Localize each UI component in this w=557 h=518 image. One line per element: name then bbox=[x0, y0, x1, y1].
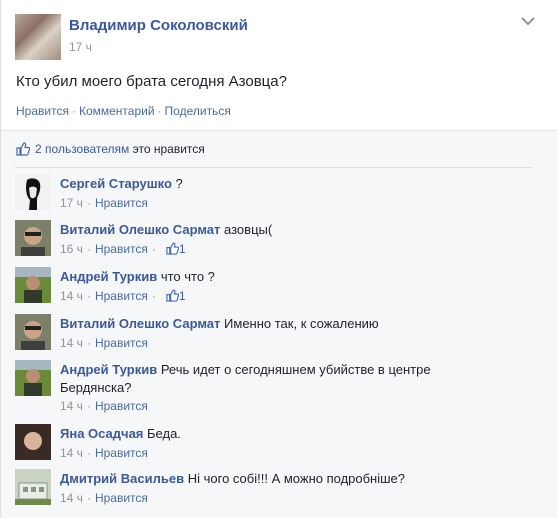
post-text: Кто убил моего брата сегодня Азовца? bbox=[16, 73, 287, 90]
meta-separator: · bbox=[86, 289, 91, 303]
comment-author[interactable]: Дмитрий Васильев bbox=[60, 471, 184, 486]
comment-author[interactable]: Яна Осадчая bbox=[60, 426, 143, 441]
comment-body: Виталий Олешко Сармат Именно так, к сожа… bbox=[60, 315, 480, 333]
thumbs-up-icon bbox=[16, 142, 30, 156]
post-timestamp[interactable]: 17 ч bbox=[69, 40, 92, 54]
post-author-avatar[interactable] bbox=[15, 14, 61, 60]
comment-body: Дмитрий Васильев Ні чого собі!!! А можно… bbox=[60, 470, 480, 488]
comment-text: ? bbox=[175, 176, 183, 191]
post-author-name[interactable]: Владимир Соколовский bbox=[69, 17, 248, 34]
comment-text: азовцы( bbox=[224, 222, 273, 237]
comment-meta: 17 ч · Нравится bbox=[60, 196, 148, 210]
meta-separator: · bbox=[86, 196, 91, 210]
comment-body: Андрей Туркив Речь идет о сегодняшнем уб… bbox=[60, 361, 480, 397]
comment-author[interactable]: Виталий Олешко Сармат bbox=[60, 316, 220, 331]
comment-like-button[interactable]: Нравится bbox=[95, 289, 148, 303]
comment-like-button[interactable]: Нравится bbox=[95, 242, 148, 256]
comment-author[interactable]: Андрей Туркив bbox=[60, 269, 157, 284]
likes-summary-text: 2 пользователям это нравится bbox=[35, 142, 205, 156]
comment-body: Яна Осадчая Беда. bbox=[60, 425, 480, 443]
meta-separator: · bbox=[86, 446, 91, 460]
post-header: Владимир Соколовский 17 ч Кто убил моего… bbox=[1, 0, 557, 130]
comment-text: Беда. bbox=[147, 426, 181, 441]
comment-like-button[interactable]: Нравится bbox=[95, 196, 148, 210]
commenter-avatar[interactable] bbox=[15, 314, 51, 350]
comment-author[interactable]: Андрей Туркив bbox=[60, 362, 157, 377]
meta-separator: · bbox=[86, 336, 91, 350]
commenter-avatar[interactable] bbox=[15, 267, 51, 303]
comment-like-count[interactable]: 1 bbox=[179, 242, 186, 256]
commenter-avatar[interactable] bbox=[15, 220, 51, 256]
likes-count-link[interactable]: 2 пользователям bbox=[35, 142, 129, 156]
comment-time[interactable]: 14 ч bbox=[60, 399, 83, 413]
meta-separator: · bbox=[151, 289, 156, 303]
likes-suffix: это нравится bbox=[132, 142, 205, 156]
divider bbox=[15, 167, 532, 168]
comment-like-button[interactable]: Нравится bbox=[95, 446, 148, 460]
comment-time[interactable]: 17 ч bbox=[60, 196, 83, 210]
comment-meta: 14 ч · Нравится bbox=[60, 399, 148, 413]
meta-separator: · bbox=[86, 242, 91, 256]
commenter-avatar[interactable] bbox=[15, 360, 51, 396]
comment-body: Андрей Туркив что что ? bbox=[60, 268, 480, 286]
comment-text: Ні чого собі!!! А можно подробніше? bbox=[187, 471, 406, 486]
commenter-avatar[interactable] bbox=[15, 174, 51, 210]
comment-button[interactable]: Комментарий bbox=[79, 104, 155, 118]
comment-body: Виталий Олешко Сармат азовцы( bbox=[60, 221, 480, 239]
comment-body: Сергей Старушко ? bbox=[60, 175, 480, 193]
meta-separator: · bbox=[151, 242, 156, 256]
comment-like-button[interactable]: Нравится bbox=[95, 336, 148, 350]
share-button[interactable]: Поделиться bbox=[165, 104, 231, 118]
commenter-avatar[interactable] bbox=[15, 469, 51, 505]
comment-text: что что ? bbox=[160, 269, 215, 284]
comment-like-count[interactable]: 1 bbox=[179, 289, 186, 303]
chevron-down-icon[interactable] bbox=[521, 16, 535, 26]
comment-meta: 14 ч · Нравится bbox=[60, 491, 148, 505]
comment-time[interactable]: 14 ч bbox=[60, 336, 83, 350]
like-button[interactable]: Нравится bbox=[16, 104, 69, 118]
commenter-avatar[interactable] bbox=[15, 424, 51, 460]
likes-count: 2 bbox=[35, 142, 42, 156]
action-separator: · bbox=[71, 104, 76, 118]
comment-meta: 14 ч · Нравится bbox=[60, 336, 148, 350]
comment-text: Именно так, к сожалению bbox=[224, 316, 379, 331]
thumbs-up-icon bbox=[166, 289, 179, 302]
thumbs-up-icon bbox=[166, 242, 179, 255]
comment-meta: 14 ч · Нравится · 1 bbox=[60, 289, 186, 303]
comment-meta: 14 ч · Нравится bbox=[60, 446, 148, 460]
comment-like-button[interactable]: Нравится bbox=[95, 399, 148, 413]
comment-author[interactable]: Виталий Олешко Сармат bbox=[60, 222, 220, 237]
comment-time[interactable]: 14 ч bbox=[60, 446, 83, 460]
comment-time[interactable]: 14 ч bbox=[60, 289, 83, 303]
comment-time[interactable]: 14 ч bbox=[60, 491, 83, 505]
action-separator: · bbox=[157, 104, 162, 118]
comment-author[interactable]: Сергей Старушко bbox=[60, 176, 172, 191]
likes-users-label: пользователям bbox=[45, 142, 130, 156]
comment-meta: 16 ч · Нравится · 1 bbox=[60, 242, 186, 256]
post-actions: Нравится · Комментарий · Поделиться bbox=[16, 104, 231, 118]
meta-separator: · bbox=[86, 491, 91, 505]
comment-time[interactable]: 16 ч bbox=[60, 242, 83, 256]
likes-summary: 2 пользователям это нравится bbox=[1, 130, 557, 169]
comment-like-button[interactable]: Нравится bbox=[95, 491, 148, 505]
post-card: Владимир Соколовский 17 ч Кто убил моего… bbox=[0, 0, 557, 518]
meta-separator: · bbox=[86, 399, 91, 413]
comments-list: Сергей Старушко ? 17 ч · Нравится Виталий … bbox=[1, 167, 557, 518]
